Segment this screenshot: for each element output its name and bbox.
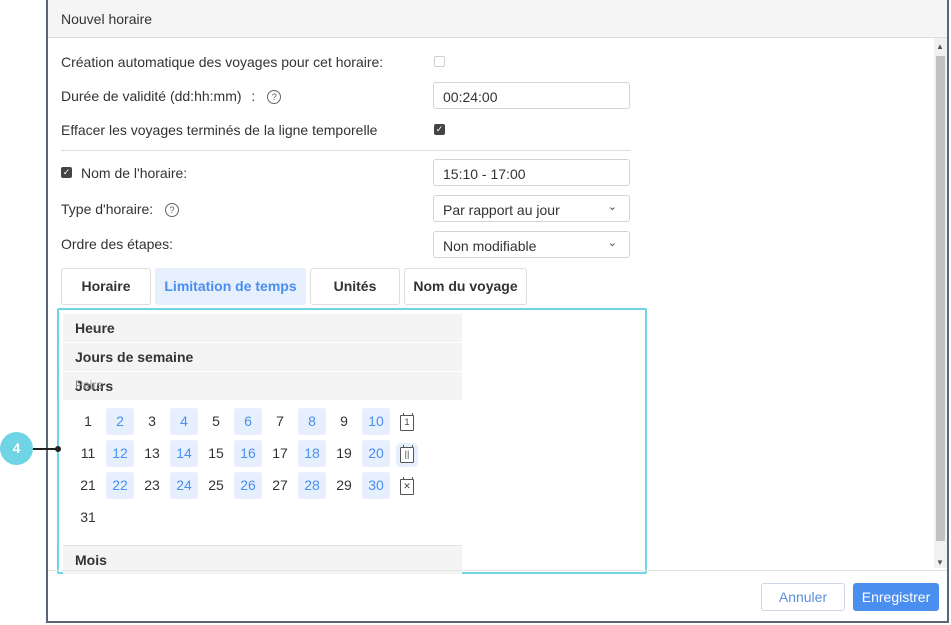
callout-badge: 4 [0,432,33,465]
day-31[interactable]: 31 [74,504,102,531]
section-weekdays-label: Jours de semaine [75,349,194,365]
section-weekdays[interactable]: Jours de semaine [63,343,462,371]
day-24[interactable]: 24 [170,472,198,499]
day-4[interactable]: 4 [170,408,198,435]
calendar-single-icon[interactable]: 1 [400,413,414,431]
tab-limitation-de-temps[interactable]: Limitation de temps [155,268,306,305]
dialog-title: Nouvel horaire [61,11,153,27]
day-26[interactable]: 26 [234,472,262,499]
day-25[interactable]: 25 [202,472,230,499]
tab-horaire[interactable]: Horaire [61,268,151,305]
dialog-header: Nouvel horaire [48,0,947,38]
chevron-down-icon: ⌄ [607,201,617,213]
day-12[interactable]: 12 [106,440,134,467]
schedule-type-select[interactable]: Par rapport au jour ⌄ [433,195,630,222]
day-20[interactable]: 20 [362,440,390,467]
day-27[interactable]: 27 [266,472,294,499]
day-16[interactable]: 16 [234,440,262,467]
schedule-type-value: Par rapport au jour [443,202,560,218]
day-6[interactable]: 6 [234,408,262,435]
day-10[interactable]: 10 [362,408,390,435]
steps-order-value: Non modifiable [443,238,537,254]
divider [61,150,631,151]
day-9[interactable]: 9 [330,408,358,435]
erase-finished-checkbox[interactable]: ✓ [434,124,445,135]
auto-create-label: Création automatique des voyages pour ce… [61,54,384,70]
schedule-dialog: Nouvel horaire ▲ ▼ Création automatique … [46,0,949,623]
day-19[interactable]: 19 [330,440,358,467]
callout-dot [55,446,61,452]
validity-label: Durée de validité (dd:hh:mm) [61,88,242,104]
chevron-down-icon: ⌄ [607,237,617,249]
day-17[interactable]: 17 [266,440,294,467]
schedule-name-input[interactable]: 15:10 - 17:00 [433,159,630,186]
validity-row: Durée de validité (dd:hh:mm) : ? [61,88,282,105]
validity-input[interactable]: 00:24:00 [433,82,630,109]
section-days[interactable]: Jours Pairs [63,372,462,400]
schedule-name-checkbox[interactable]: ✓ [61,167,72,178]
day-13[interactable]: 13 [138,440,166,467]
steps-order-select[interactable]: Non modifiable ⌄ [433,231,630,258]
section-hour[interactable]: Heure [63,314,462,342]
calendar-clear-icon[interactable]: ✕ [400,477,414,495]
help-icon[interactable]: ? [267,90,282,105]
day-5[interactable]: 5 [202,408,230,435]
vertical-scrollbar[interactable]: ▲ ▼ [934,38,947,568]
erase-finished-label: Effacer les voyages terminés de la ligne… [61,122,378,138]
calendar-even-icon[interactable]: || [396,443,418,467]
day-11[interactable]: 11 [74,440,102,467]
day-29[interactable]: 29 [330,472,358,499]
day-14[interactable]: 14 [170,440,198,467]
section-months-label: Mois [75,552,107,568]
section-hour-label: Heure [75,320,115,336]
day-28[interactable]: 28 [298,472,326,499]
day-23[interactable]: 23 [138,472,166,499]
footer-divider [48,570,947,571]
day-3[interactable]: 3 [138,408,166,435]
day-1[interactable]: 1 [74,408,102,435]
day-18[interactable]: 18 [298,440,326,467]
save-button[interactable]: Enregistrer [853,583,939,611]
help-icon[interactable]: ? [165,203,180,218]
day-30[interactable]: 30 [362,472,390,499]
day-21[interactable]: 21 [74,472,102,499]
pairs-label[interactable]: Pairs [75,378,451,392]
cancel-button[interactable]: Annuler [761,583,845,611]
validity-colon: : [251,88,256,104]
schedule-name-label: Nom de l'horaire: [81,165,188,181]
scroll-thumb[interactable] [936,56,945,541]
day-2[interactable]: 2 [106,408,134,435]
day-15[interactable]: 15 [202,440,230,467]
day-22[interactable]: 22 [106,472,134,499]
schedule-type-label: Type d'horaire: [61,201,154,217]
tab-nom-du-voyage[interactable]: Nom du voyage [404,268,527,305]
time-limitation-panel: Heure Jours de semaine Jours Pairs 1 2 3… [57,308,647,574]
scroll-up-arrow-icon[interactable]: ▲ [936,42,944,51]
day-8[interactable]: 8 [298,408,326,435]
scroll-down-arrow-icon[interactable]: ▼ [936,558,944,567]
auto-create-checkbox[interactable] [434,56,445,67]
day-7[interactable]: 7 [266,408,294,435]
steps-order-label: Ordre des étapes: [61,236,174,252]
tab-unites[interactable]: Unités [310,268,400,305]
schedule-type-row: Type d'horaire: ? [61,201,180,218]
